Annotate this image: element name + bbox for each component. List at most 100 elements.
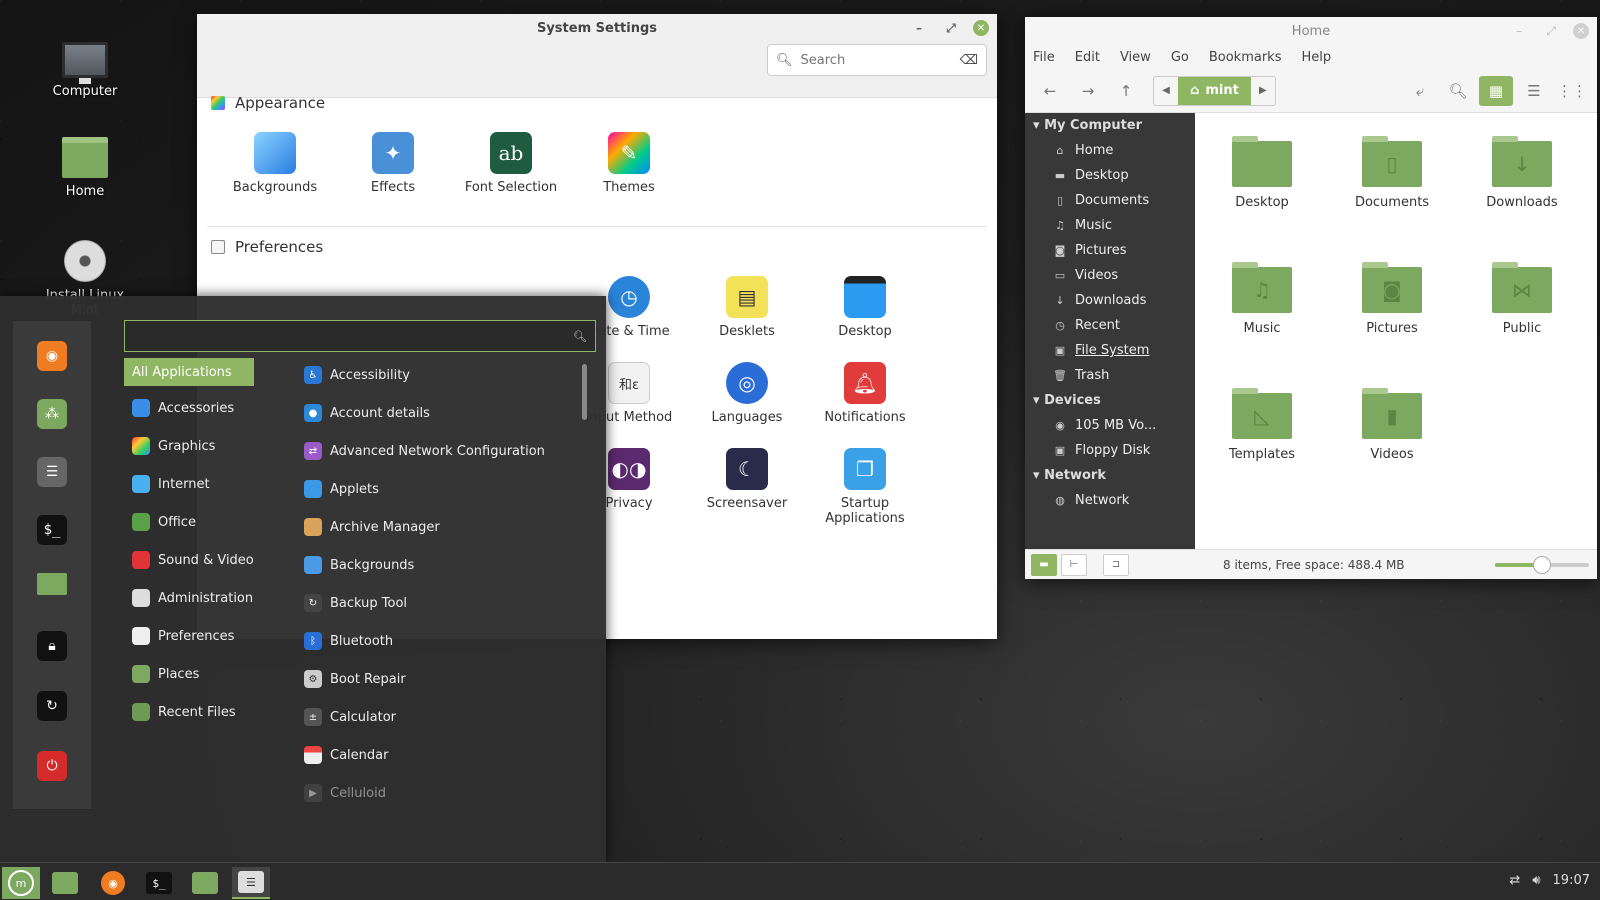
path-left-icon[interactable]: ◀ xyxy=(1154,85,1178,96)
files-titlebar[interactable]: Home – ⤢ ✕ xyxy=(1025,17,1597,45)
sidebar-item-network[interactable]: ◍ Network xyxy=(1025,488,1195,513)
sidebar-item-recent[interactable]: ◷ Recent xyxy=(1025,313,1195,338)
tree-sidebar-icon[interactable]: ⊢ xyxy=(1061,553,1087,576)
list-view-icon[interactable]: ☰ xyxy=(1517,76,1551,106)
taskbar-firefox[interactable]: ◉ xyxy=(94,867,132,899)
settings-backgrounds[interactable]: Backgrounds xyxy=(215,132,335,195)
app-backup-tool[interactable]: ↻ Backup Tool xyxy=(304,588,407,618)
toggle-location-icon[interactable]: ⤶ xyxy=(1403,76,1437,106)
menu-bookmarks[interactable]: Bookmarks xyxy=(1209,50,1282,65)
menu-search[interactable]: 🔍︎ xyxy=(124,320,596,352)
category-places[interactable]: Places xyxy=(124,660,254,688)
menu-search-input[interactable] xyxy=(133,328,574,344)
search-icon[interactable]: 🔍︎ xyxy=(1441,76,1475,106)
category-preferences[interactable]: Preferences xyxy=(124,622,254,650)
category-accessories[interactable]: Accessories xyxy=(124,394,254,422)
settings-effects[interactable]: ✦ Effects xyxy=(333,132,453,195)
settings-search[interactable]: 🔍︎ ⌫ xyxy=(767,44,987,76)
category-sound-video[interactable]: Sound & Video xyxy=(124,546,254,574)
up-arrow-icon[interactable]: ↑ xyxy=(1109,76,1143,106)
sidebar-item-file-system[interactable]: ▣ File System xyxy=(1025,338,1195,363)
desktop-icon-home[interactable]: Home xyxy=(35,137,135,199)
maximize-icon[interactable]: ⤢ xyxy=(1541,21,1561,41)
menu-go[interactable]: Go xyxy=(1171,50,1189,65)
category-graphics[interactable]: Graphics xyxy=(124,432,254,460)
sidebar-item-downloads[interactable]: ↓ Downloads xyxy=(1025,288,1195,313)
logout-icon[interactable]: ↻ xyxy=(37,691,67,721)
category-internet[interactable]: Internet xyxy=(124,470,254,498)
clock[interactable]: 19:07 xyxy=(1553,873,1590,888)
sidebar-group-network[interactable]: ▾ Network xyxy=(1025,463,1195,488)
sidebar-group-devices[interactable]: ▾ Devices xyxy=(1025,388,1195,413)
settings-toggle-icon[interactable]: ☰ xyxy=(37,457,67,487)
category-all-applications[interactable]: All Applications xyxy=(124,358,254,386)
close-icon[interactable]: ✕ xyxy=(1573,23,1589,39)
menu-view[interactable]: View xyxy=(1120,50,1151,65)
settings-themes[interactable]: ✎ Themes xyxy=(569,132,689,195)
clear-icon[interactable]: ⌫ xyxy=(960,53,978,68)
app-account-details[interactable]: ● Account details xyxy=(304,398,430,428)
sidebar-item-trash[interactable]: 🗑︎ Trash xyxy=(1025,363,1195,388)
settings-screensaver[interactable]: ☾ Screensaver xyxy=(687,448,807,511)
places-sidebar-icon[interactable]: ▬ xyxy=(1031,553,1057,576)
path-right-icon[interactable]: ▶ xyxy=(1251,85,1275,96)
app-backgrounds[interactable]: Backgrounds xyxy=(304,550,414,580)
sidebar-item-volume[interactable]: ◉ 105 MB Vo... xyxy=(1025,413,1195,438)
app-calendar[interactable]: Calendar xyxy=(304,740,388,770)
settings-desktop[interactable]: Desktop xyxy=(805,276,925,339)
menu-help[interactable]: Help xyxy=(1301,50,1331,65)
app-calculator[interactable]: ± Calculator xyxy=(304,702,396,732)
compact-view-icon[interactable]: ⋮⋮ xyxy=(1555,76,1589,106)
app-accessibility[interactable]: ♿︎ Accessibility xyxy=(304,360,410,390)
category-recent-files[interactable]: Recent Files xyxy=(124,698,254,726)
sidebar-item-floppy[interactable]: ▣ Floppy Disk xyxy=(1025,438,1195,463)
close-icon[interactable]: ✕ xyxy=(973,20,989,36)
folder-public[interactable]: ⋈ Public xyxy=(1467,262,1577,336)
path-current[interactable]: ⌂ mint xyxy=(1178,76,1251,105)
app-advanced-network[interactable]: ⇄ Advanced Network Configuration xyxy=(304,436,545,466)
sidebar-item-desktop[interactable]: ▬ Desktop xyxy=(1025,163,1195,188)
network-icon[interactable]: ⇄ xyxy=(1509,873,1520,888)
taskbar-system-settings[interactable]: ☰ xyxy=(232,867,270,899)
folder-music[interactable]: ♫ Music xyxy=(1207,262,1317,336)
maximize-icon[interactable]: ⤢ xyxy=(941,18,961,38)
minimize-icon[interactable]: – xyxy=(909,18,929,38)
taskbar-files[interactable] xyxy=(186,867,224,899)
lock-icon[interactable]: 🔒︎ xyxy=(37,631,67,661)
folder-desktop[interactable]: Desktop xyxy=(1207,136,1317,210)
category-office[interactable]: Office xyxy=(124,508,254,536)
sidebar-item-documents[interactable]: ▯ Documents xyxy=(1025,188,1195,213)
zoom-slider[interactable] xyxy=(1495,556,1589,574)
sidebar-item-pictures[interactable]: ◙ Pictures xyxy=(1025,238,1195,263)
sidebar-item-home[interactable]: ⌂ Home xyxy=(1025,138,1195,163)
desktop-icon-computer[interactable]: Computer xyxy=(35,42,135,99)
terminal-icon[interactable]: $_ xyxy=(37,515,67,545)
settings-font-selection[interactable]: ab Font Selection xyxy=(451,132,571,195)
hide-sidebar-icon[interactable]: ⊐ xyxy=(1103,553,1129,576)
sidebar-item-videos[interactable]: ▭ Videos xyxy=(1025,263,1195,288)
firefox-icon[interactable]: ◉ xyxy=(37,341,67,371)
power-icon[interactable]: ⏻ xyxy=(37,751,67,781)
settings-search-input[interactable] xyxy=(800,52,952,68)
menu-scrollbar[interactable] xyxy=(582,364,587,420)
category-administration[interactable]: Administration xyxy=(124,584,254,612)
app-boot-repair[interactable]: ⚙ Boot Repair xyxy=(304,664,406,694)
menu-button[interactable]: m xyxy=(2,867,40,899)
sidebar-item-music[interactable]: ♫ Music xyxy=(1025,213,1195,238)
minimize-icon[interactable]: – xyxy=(1509,21,1529,41)
folder-downloads[interactable]: ↓ Downloads xyxy=(1467,136,1577,210)
app-bluetooth[interactable]: ᛒ Bluetooth xyxy=(304,626,393,656)
files-folder-icon[interactable] xyxy=(37,573,67,595)
settings-startup-applications[interactable]: ❐ Startup Applications xyxy=(805,448,925,526)
folder-videos[interactable]: ▮ Videos xyxy=(1337,388,1447,462)
software-manager-icon[interactable]: ⁂ xyxy=(37,399,67,429)
settings-titlebar[interactable]: System Settings – ⤢ ✕ xyxy=(197,14,997,42)
settings-languages[interactable]: ◎ Languages xyxy=(687,362,807,425)
taskbar-show-desktop[interactable] xyxy=(46,867,84,899)
volume-icon[interactable]: 🔊︎ xyxy=(1532,873,1540,888)
folder-documents[interactable]: ▯ Documents xyxy=(1337,136,1447,210)
forward-arrow-icon[interactable]: → xyxy=(1071,76,1105,106)
settings-desklets[interactable]: ▤ Desklets xyxy=(687,276,807,339)
settings-notifications[interactable]: 🔔︎ Notifications xyxy=(805,362,925,425)
sidebar-group-my-computer[interactable]: ▾ My Computer xyxy=(1025,113,1195,138)
